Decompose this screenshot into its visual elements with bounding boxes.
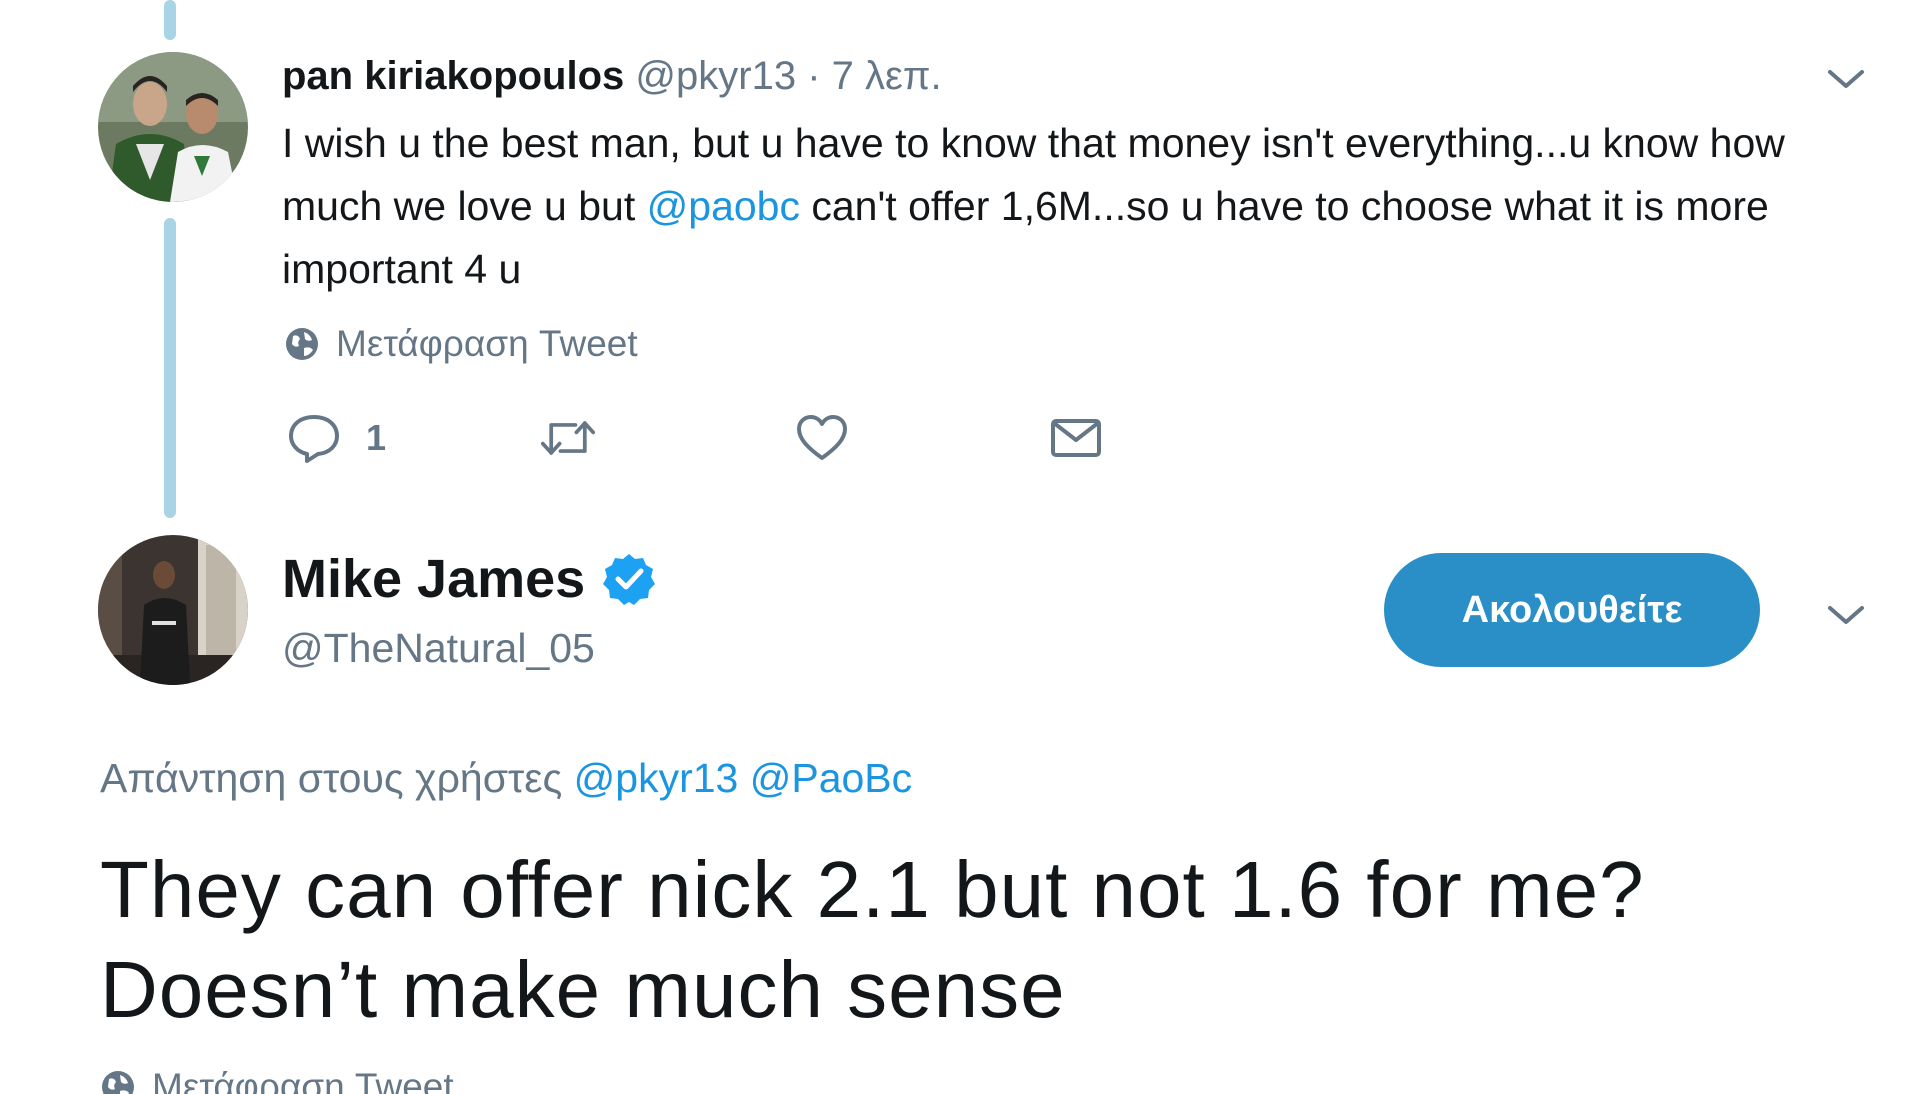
translate-tweet-link[interactable]: Μετάφραση Tweet	[284, 323, 638, 365]
tweet-menu-button[interactable]	[1824, 58, 1868, 102]
tweet-actions: 1	[286, 412, 1166, 476]
reply-count: 1	[366, 417, 387, 458]
tweet-text: They can offer nick 2.1 but not 1.6 for …	[100, 845, 1645, 1034]
follow-button[interactable]: Ακολουθείτε	[1384, 553, 1760, 667]
reply-button[interactable]: 1	[286, 412, 386, 464]
tweet-menu-button[interactable]	[1824, 594, 1868, 638]
author-name[interactable]: Mike James	[282, 548, 585, 610]
author-handle[interactable]: @TheNatural_05	[282, 625, 595, 672]
globe-icon	[286, 328, 318, 360]
heart-icon	[797, 415, 847, 460]
retweet-icon	[540, 421, 596, 455]
author-name[interactable]: pan kiriakopoulos	[282, 54, 624, 98]
avatar-photo	[98, 535, 248, 685]
envelope-icon	[1051, 419, 1101, 457]
mention-link[interactable]: @pkyr13	[574, 755, 739, 801]
translate-label: Μετάφραση Tweet	[336, 323, 638, 364]
chevron-down-icon	[1828, 606, 1864, 624]
translate-tweet-link[interactable]: Μετάφραση Tweet	[100, 1066, 454, 1094]
avatar-photo	[98, 52, 248, 202]
thread-connector-top	[164, 0, 176, 40]
verified-badge-icon	[601, 551, 657, 607]
replying-to-label: Απάντηση στους χρήστες	[100, 755, 563, 801]
tweet-thread: pan kiriakopoulos @pkyr13 · 7 λεπ. I wis…	[0, 0, 1920, 1094]
separator-dot: ·	[807, 54, 821, 98]
tweet-timestamp[interactable]: 7 λεπ.	[832, 54, 942, 98]
tweet-header: pan kiriakopoulos @pkyr13 · 7 λεπ.	[282, 50, 942, 102]
author-handle[interactable]: @pkyr13	[635, 54, 796, 98]
tweet-text: I wish u the best man, but u have to kno…	[282, 112, 1872, 301]
direct-message-button[interactable]	[1048, 412, 1104, 464]
avatar-pkyr13[interactable]	[98, 52, 248, 202]
mention-link[interactable]: @paobc	[647, 183, 800, 229]
reply-icon	[289, 415, 339, 463]
globe-icon	[102, 1071, 134, 1094]
avatar-thenatural05[interactable]	[98, 535, 248, 685]
mention-link[interactable]: @PaoBc	[750, 755, 912, 801]
chevron-down-icon	[1828, 70, 1864, 88]
retweet-button[interactable]	[540, 412, 596, 464]
like-button[interactable]	[794, 412, 850, 464]
replying-to: Απάντηση στους χρήστες @pkyr13 @PaoBc	[100, 755, 912, 802]
translate-label: Μετάφραση Tweet	[152, 1066, 454, 1094]
author-name-row: Mike James	[282, 548, 657, 610]
thread-connector	[164, 218, 176, 518]
